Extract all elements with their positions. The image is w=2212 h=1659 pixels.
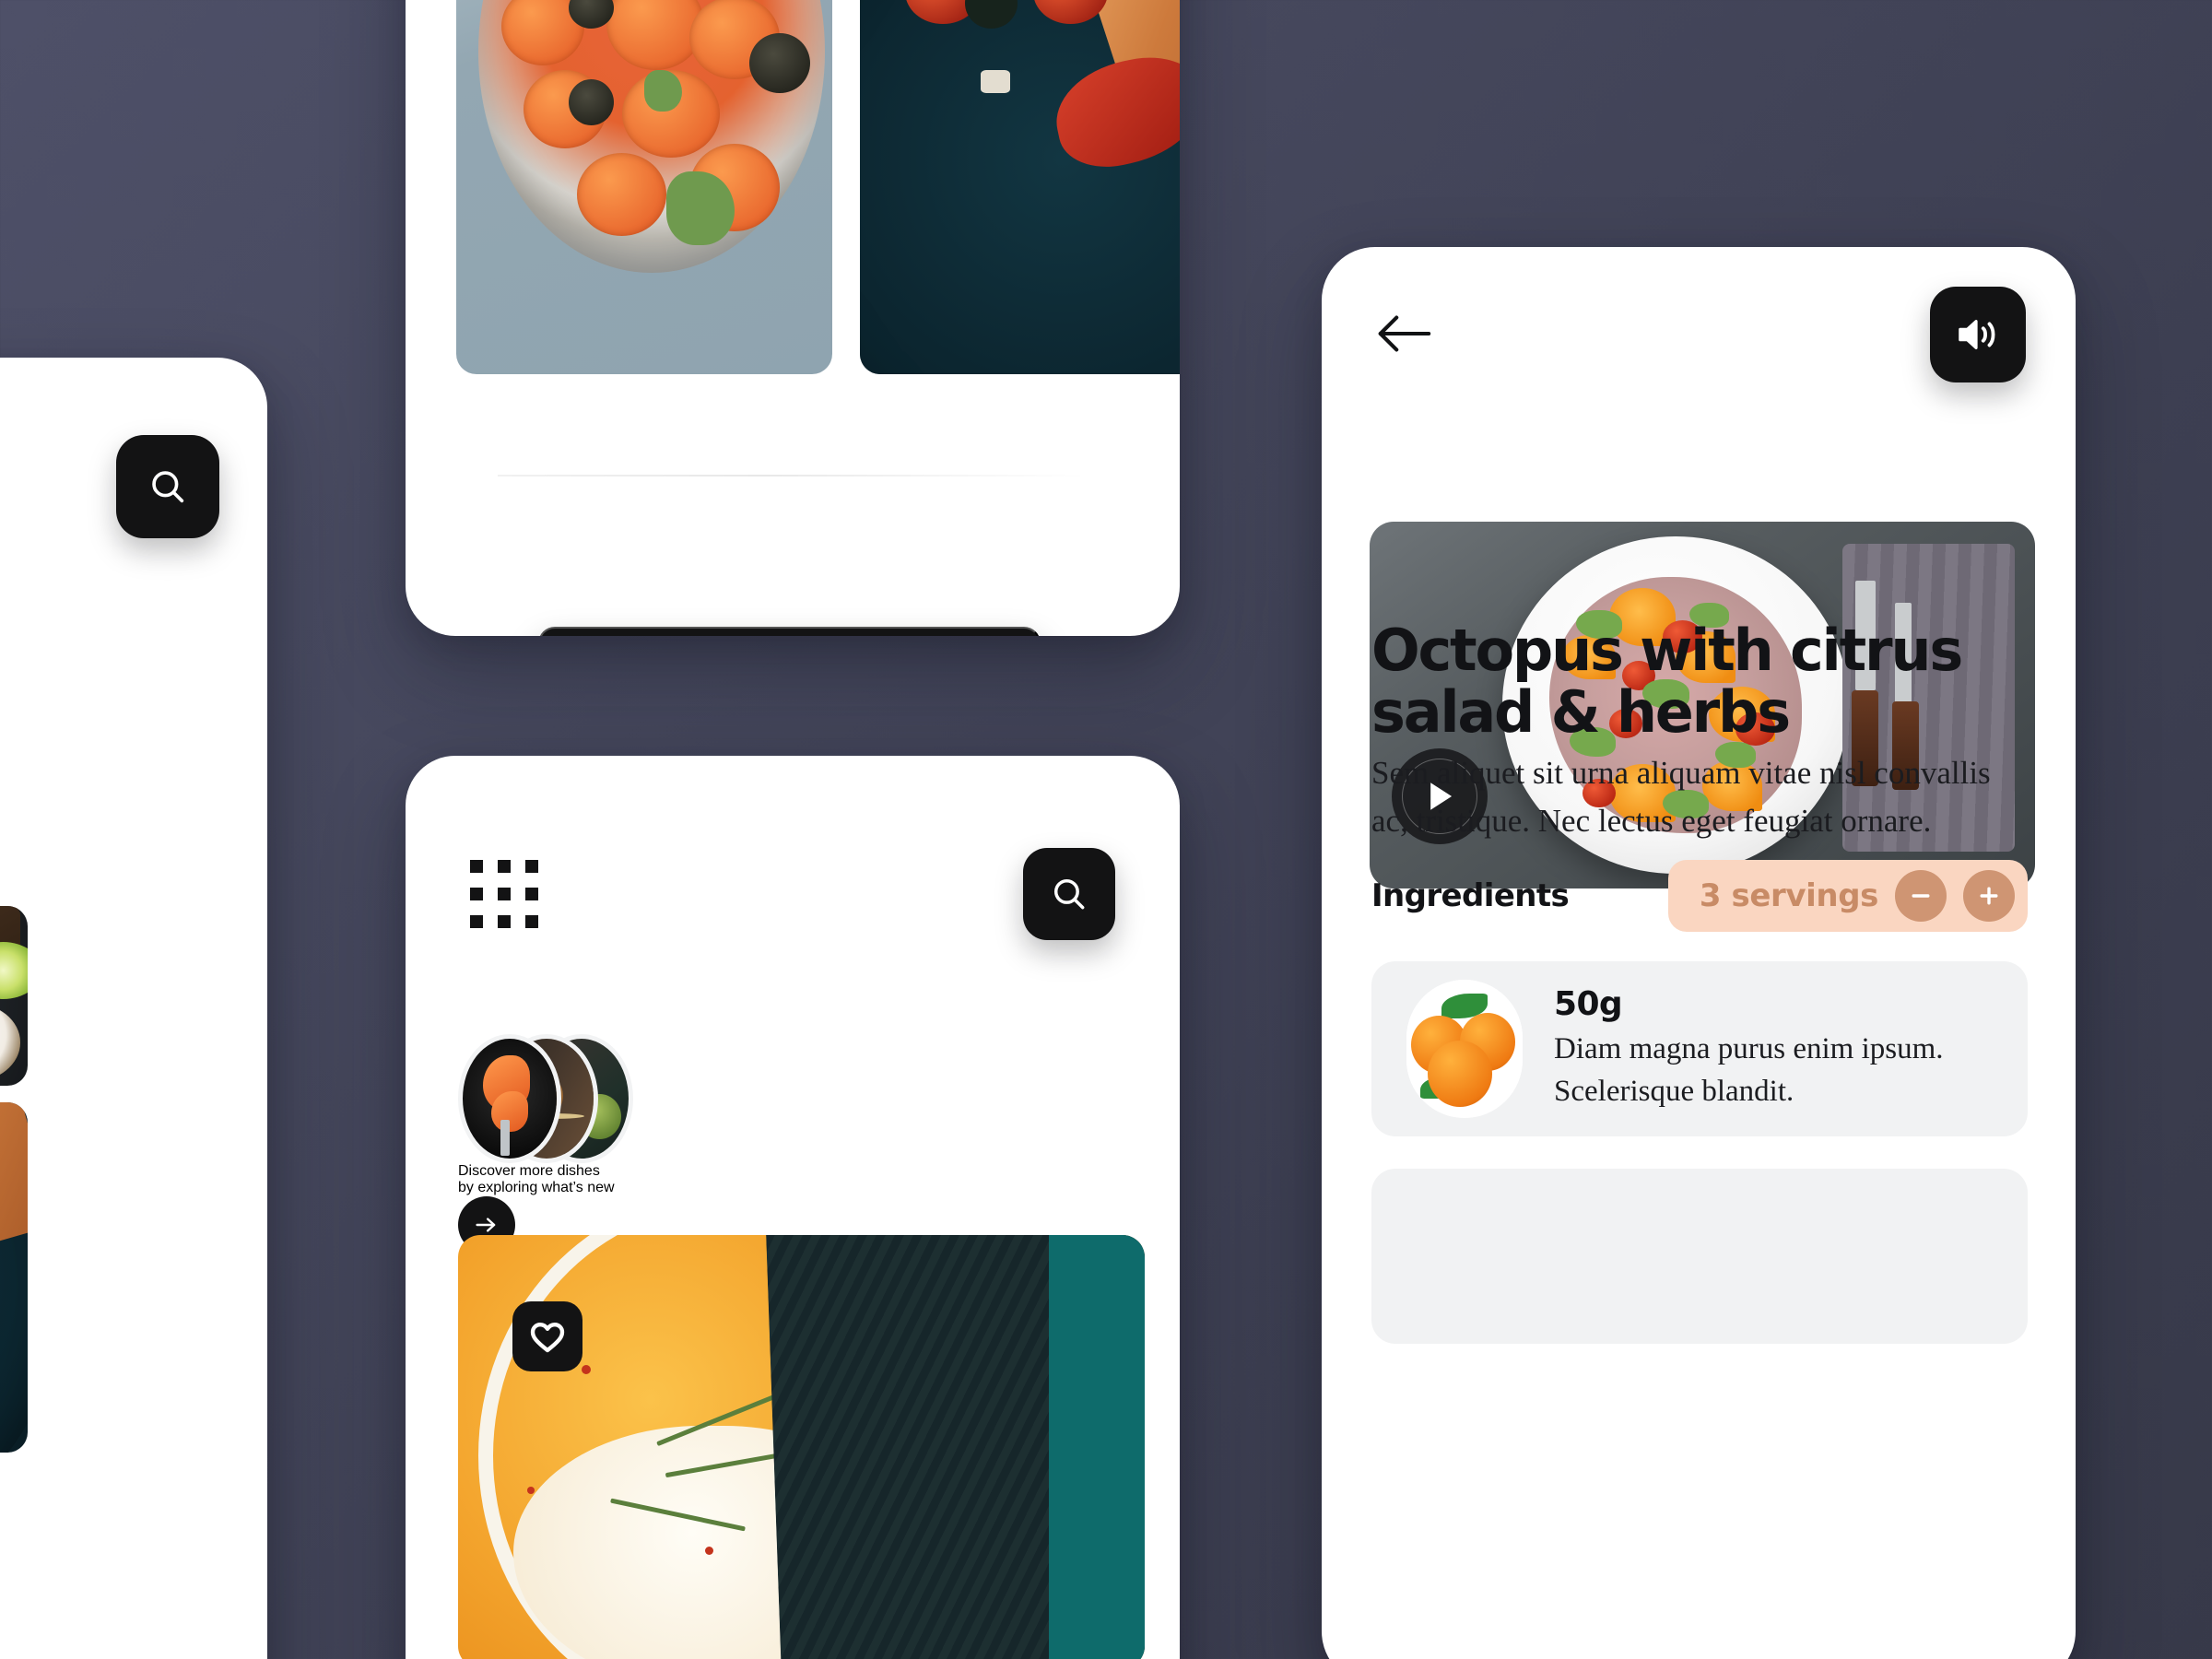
speaker-volume-icon (1959, 320, 1995, 349)
ingredient-text: 50g Diam magna purus enim ipsum. Sceleri… (1554, 985, 1993, 1112)
promo-thumbnail-stack (458, 1034, 633, 1163)
carrot-bowl-photo[interactable] (456, 0, 832, 374)
promo-text: Discover more dishes by exploring what’s… (458, 1163, 1129, 1196)
grid-menu-icon[interactable] (470, 860, 538, 928)
back-button[interactable] (1373, 312, 1434, 358)
search-icon (152, 471, 184, 503)
minus-icon (1912, 894, 1930, 898)
pumpkin-soup-image (458, 1235, 1145, 1659)
discover-dishes-promo[interactable]: Discover more dishes by exploring what’s… (458, 1034, 1129, 1253)
screen-canvas: t icitudin egestas s amet. (0, 0, 2212, 1659)
salmon-plate-photo[interactable] (0, 1102, 28, 1453)
bottom-browse-card-content: Discover more dishes by exploring what’s… (406, 756, 1180, 1659)
left-card-body: icitudin egestas s amet. (0, 605, 85, 702)
oranges-thumb (1406, 980, 1523, 1118)
ingredients-heading: Ingredients (1371, 877, 1570, 914)
discover-more-button[interactable]: Discover more (538, 627, 1041, 636)
detail-topbar (1322, 247, 2076, 422)
plus-icon (1980, 887, 1998, 905)
recipe-detail-card: Octopus with citrus salad & herbs Sem al… (1322, 247, 2076, 1659)
left-card-body-line-1: icitudin egestas (0, 605, 85, 653)
left-card-body-line-2: s amet. (0, 653, 85, 702)
pumpkin-soup-photo[interactable] (458, 1235, 1145, 1659)
decrement-servings-button[interactable] (1895, 870, 1947, 922)
avocado-toast-photo[interactable] (0, 906, 28, 1086)
search-icon (1053, 878, 1085, 910)
recipe-description: Sem aliquet sit urna aliquam vitae nisl … (1371, 755, 1991, 839)
favorite-button[interactable] (512, 1301, 582, 1371)
avocado-toast-image (0, 906, 28, 1086)
salmon-plate-image (0, 1102, 28, 1453)
ingredient-note: Diam magna purus enim ipsum. Scelerisque… (1554, 1031, 1944, 1108)
ingredients-header-row: Ingredients 3 servings (1371, 860, 2028, 932)
oranges-image (1406, 980, 1523, 1118)
carrot-bowl-image (456, 0, 832, 374)
top-card-divider (498, 475, 1088, 477)
salmon-dark-plate-photo[interactable] (860, 0, 1180, 374)
recipe-title: Octopus with citrus salad & herbs (1371, 617, 1963, 746)
salmon-dark-plate-image (860, 0, 1180, 374)
top-gallery-card: Discover more (406, 0, 1180, 636)
left-recipe-card: t icitudin egestas s amet. (0, 358, 267, 1659)
shrimp-thumb (458, 1034, 561, 1163)
ingredient-item-next[interactable] (1371, 1169, 2028, 1344)
increment-servings-button[interactable] (1963, 870, 2015, 922)
promo-line-1: Discover more dishes (458, 1163, 600, 1179)
arrow-right-circle-icon (476, 1218, 496, 1232)
servings-stepper[interactable]: 3 servings (1667, 860, 2028, 932)
search-button-left[interactable] (116, 435, 219, 538)
sound-button[interactable] (1930, 287, 2026, 382)
promo-line-2: by exploring what’s new (458, 1180, 615, 1195)
servings-value: 3 servings (1699, 877, 1879, 914)
search-button-bottom[interactable] (1023, 848, 1115, 940)
ingredient-item[interactable]: 50g Diam magna purus enim ipsum. Sceleri… (1371, 961, 2028, 1136)
heart-icon (530, 1323, 565, 1353)
top-photo-row (456, 0, 1180, 374)
arrow-left-icon (1378, 314, 1431, 352)
ingredient-amount: 50g (1554, 984, 1623, 1023)
